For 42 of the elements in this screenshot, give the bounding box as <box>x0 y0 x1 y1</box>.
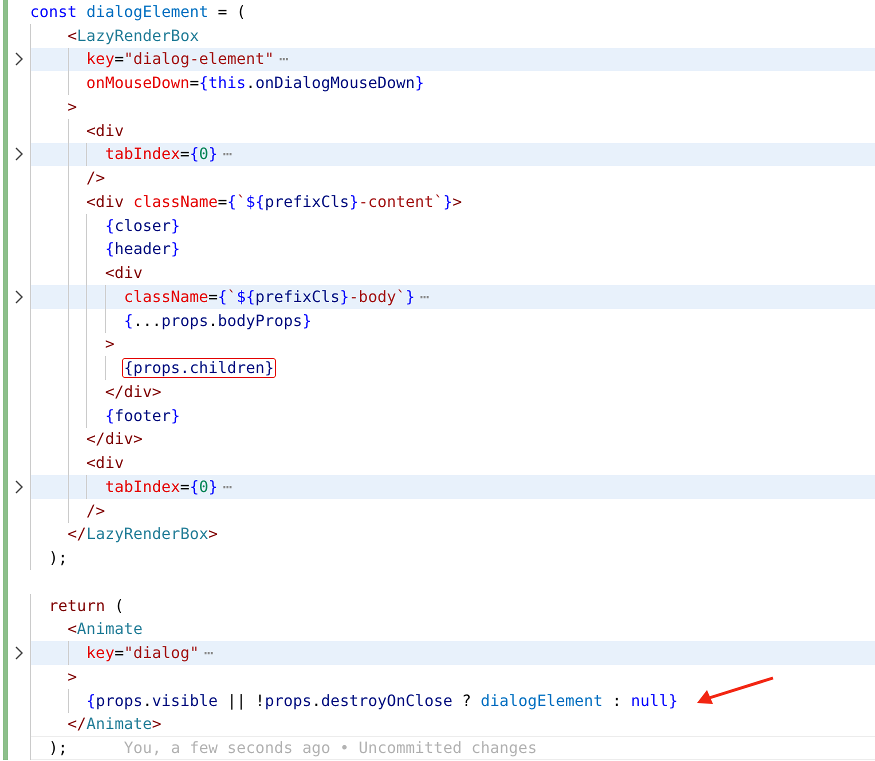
code-text: <div className={`${prefixCls}-content`}> <box>86 192 462 211</box>
code-text: > <box>68 668 77 686</box>
code-text: </LazyRenderBox> <box>68 525 218 544</box>
code-text: className={`${prefixCls}-body`} <box>124 288 415 306</box>
code-text: /> <box>86 169 106 188</box>
code-text: const dialogElement = ( <box>30 2 246 21</box>
code-text: <div <box>86 454 124 472</box>
code-text: /> <box>86 502 106 520</box>
code-text: {closer} <box>105 216 180 235</box>
code-text: ); <box>48 549 68 568</box>
code-text: </div> <box>86 430 143 448</box>
code-text: <div <box>86 122 124 140</box>
chevron-icon[interactable] <box>15 290 23 304</box>
highlight-box: {props.children} <box>122 358 276 378</box>
code-text: return ( <box>48 596 124 615</box>
code-text: </div> <box>105 382 162 401</box>
code-text: <LazyRenderBox <box>68 26 199 45</box>
fold-ellipsis[interactable]: ⋯ <box>279 50 288 68</box>
chevron-icon[interactable] <box>15 646 23 660</box>
blame-annotation: You, a few seconds ago • Uncommitted changes <box>124 739 537 758</box>
code-text: > <box>68 98 77 116</box>
fold-ellipsis[interactable]: ⋯ <box>222 478 232 496</box>
fold-ellipsis[interactable]: ⋯ <box>222 145 232 164</box>
code-text: > <box>105 335 114 354</box>
code-text: ); <box>48 739 68 758</box>
code-text: <Animate <box>68 620 143 638</box>
code-text: tabIndex={0} <box>105 145 218 164</box>
fold-ellipsis[interactable]: ⋯ <box>420 288 430 306</box>
chevron-icon[interactable] <box>15 52 23 66</box>
code-text: {...props.bodyProps} <box>124 312 312 330</box>
fold-ellipsis[interactable]: ⋯ <box>204 644 214 662</box>
code-text: tabIndex={0} <box>105 478 218 496</box>
code-text: {props.visible || !props.destroyOnClose ? dialogElement : null} <box>86 692 678 710</box>
code-text: <div <box>105 264 143 282</box>
chevron-icon[interactable] <box>15 147 23 162</box>
code-text: onMouseDown={this.onDialogMouseDown} <box>86 74 424 92</box>
code-text: </Animate> <box>68 715 162 734</box>
code-text: key="dialog" <box>86 644 199 662</box>
code-text: {footer} <box>105 406 180 425</box>
code-text: {header} <box>105 240 180 258</box>
chevron-icon[interactable] <box>15 480 23 494</box>
code-text: key="dialog-element" <box>86 50 274 68</box>
